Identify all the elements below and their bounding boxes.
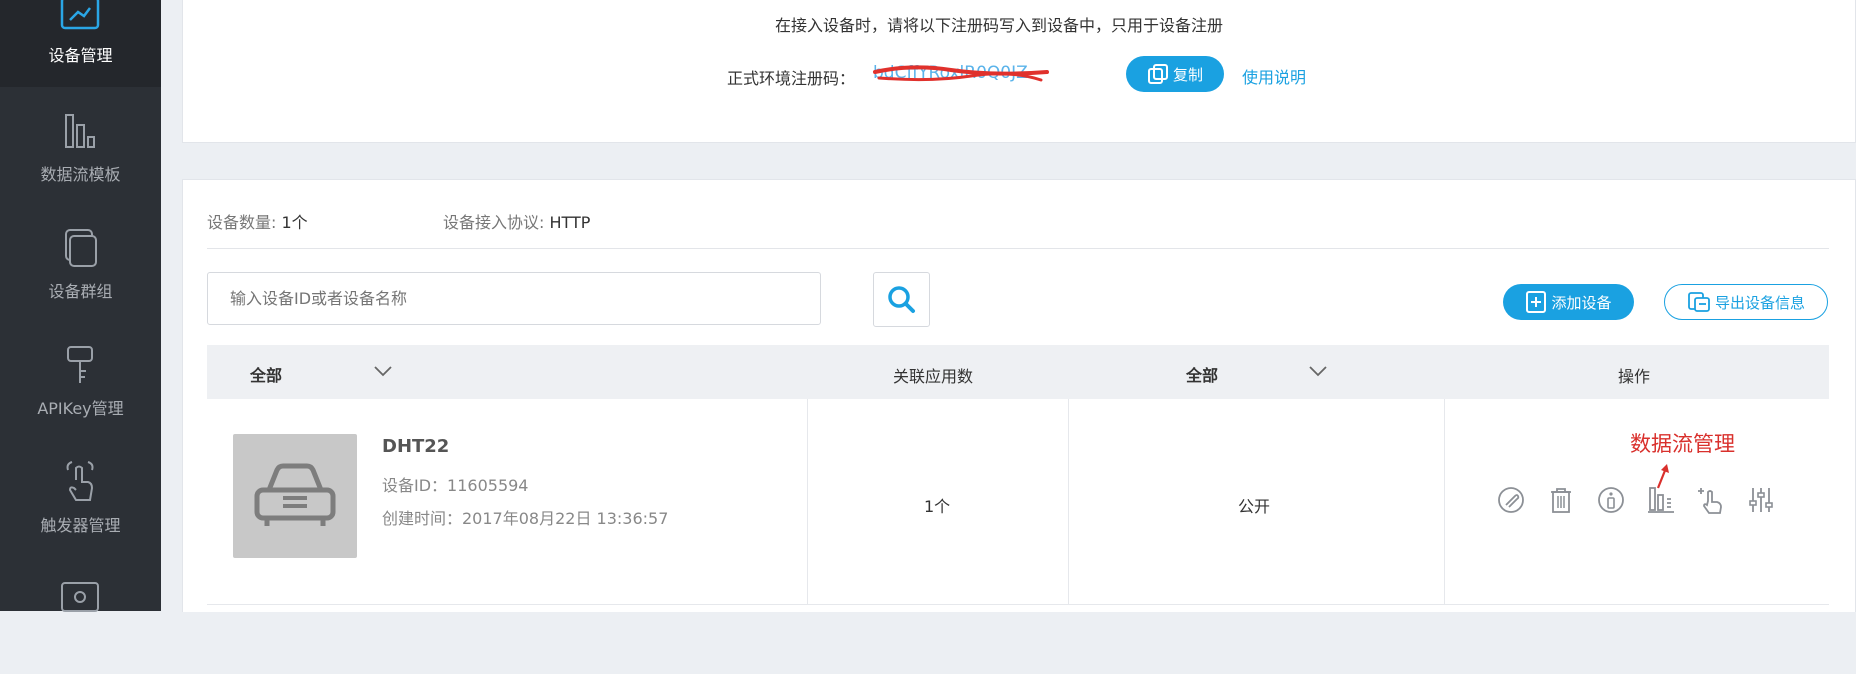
filter-dropdown-2[interactable]: 全部 bbox=[1186, 362, 1218, 386]
device-count-value: 1个 bbox=[281, 213, 308, 232]
column-divider bbox=[807, 399, 808, 605]
column-divider bbox=[1444, 399, 1445, 605]
column-divider bbox=[1068, 399, 1069, 605]
sidebar-item-label: 触发器管理 bbox=[40, 516, 121, 535]
protocol-value: HTTP bbox=[549, 213, 591, 232]
apikey-icon bbox=[67, 346, 93, 383]
trigger-icon bbox=[66, 461, 94, 501]
device-name: DHT22 bbox=[382, 436, 450, 457]
sidebar-item-apikey[interactable]: APIKey管理 bbox=[0, 323, 161, 440]
add-device-button[interactable]: 添加设备 bbox=[1503, 284, 1634, 320]
header-app-count: 关联应用数 bbox=[893, 367, 974, 386]
protocol-label-text: 设备接入协议: bbox=[443, 213, 545, 232]
device-created-time: 创建时间：2017年08月22日 13:36:57 bbox=[382, 509, 669, 528]
copy-button[interactable]: 复制 bbox=[1126, 56, 1224, 92]
export-info-button[interactable]: 导出设备信息 bbox=[1664, 284, 1828, 320]
sidebar-item-label: 设备管理 bbox=[48, 46, 113, 65]
device-count-label-text: 设备数量: bbox=[207, 213, 277, 232]
sidebar-item-label: APIKey管理 bbox=[37, 399, 124, 418]
sidebar-item-label: 数据流模板 bbox=[40, 165, 121, 184]
register-notice: 在接入设备时，请将以下注册码写入到设备中，只用于设备注册 bbox=[775, 16, 1224, 35]
search-button[interactable] bbox=[873, 272, 930, 327]
chevron-down-icon[interactable] bbox=[1308, 364, 1328, 378]
redaction-scribble bbox=[873, 65, 1049, 82]
add-device-label: 添加设备 bbox=[1551, 293, 1612, 312]
app-count-value: 1个 bbox=[924, 497, 951, 516]
visibility-value: 公开 bbox=[1238, 497, 1271, 516]
device-count-label: 设备数量: 1个 bbox=[207, 209, 308, 233]
sidebar-item-settings[interactable] bbox=[0, 557, 161, 674]
register-code-label: 正式环境注册码： bbox=[727, 69, 856, 88]
sidebar-item-device-manage[interactable]: 设备管理 bbox=[0, 0, 161, 87]
export-info-label: 导出设备信息 bbox=[1714, 293, 1805, 312]
sidebar-item-datastream-template[interactable]: 数据流模板 bbox=[0, 89, 161, 206]
device-thumbnail bbox=[233, 434, 357, 558]
annotation-arrow bbox=[1656, 464, 1669, 489]
header-operations: 操作 bbox=[1618, 367, 1651, 386]
settings-sliders-icon[interactable] bbox=[1746, 485, 1776, 515]
export-icon bbox=[1688, 292, 1710, 312]
car-icon bbox=[254, 463, 336, 526]
help-link[interactable]: 使用说明 bbox=[1242, 64, 1306, 88]
device-id: 设备ID：11605594 bbox=[382, 476, 529, 495]
add-device-icon bbox=[1526, 291, 1547, 313]
register-card: 在接入设备时，请将以下注册码写入到设备中，只用于设备注册 正式环境注册码： bd… bbox=[182, 0, 1856, 143]
trigger-add-icon[interactable] bbox=[1696, 485, 1726, 515]
datastream-template-icon bbox=[65, 114, 95, 148]
delete-icon[interactable] bbox=[1546, 485, 1576, 515]
sidebar-item-trigger[interactable]: 触发器管理 bbox=[0, 440, 161, 557]
chevron-down-icon[interactable] bbox=[373, 364, 393, 378]
copy-button-label: 复制 bbox=[1172, 65, 1203, 84]
row-divider bbox=[207, 604, 1829, 605]
settings-icon bbox=[61, 582, 99, 612]
sidebar: 设备管理 数据流模板 设备群组 APIKey管理 触发器管理 bbox=[0, 0, 161, 612]
protocol-label: 设备接入协议: HTTP bbox=[443, 209, 590, 233]
device-manage-icon bbox=[60, 0, 100, 30]
annotation-label: 数据流管理 bbox=[1630, 432, 1735, 456]
search-icon bbox=[888, 286, 915, 313]
info-icon[interactable] bbox=[1596, 485, 1626, 515]
device-group-icon bbox=[65, 229, 97, 267]
sidebar-item-label: 设备群组 bbox=[48, 282, 113, 301]
table-header: 全部 关联应用数 全部 操作 bbox=[207, 345, 1829, 399]
search-input[interactable] bbox=[207, 272, 821, 325]
sidebar-item-device-group[interactable]: 设备群组 bbox=[0, 206, 161, 323]
filter-dropdown-1[interactable]: 全部 bbox=[250, 362, 282, 386]
divider bbox=[207, 248, 1829, 249]
attach-icon[interactable] bbox=[1496, 485, 1526, 515]
copy-icon bbox=[1147, 64, 1168, 84]
